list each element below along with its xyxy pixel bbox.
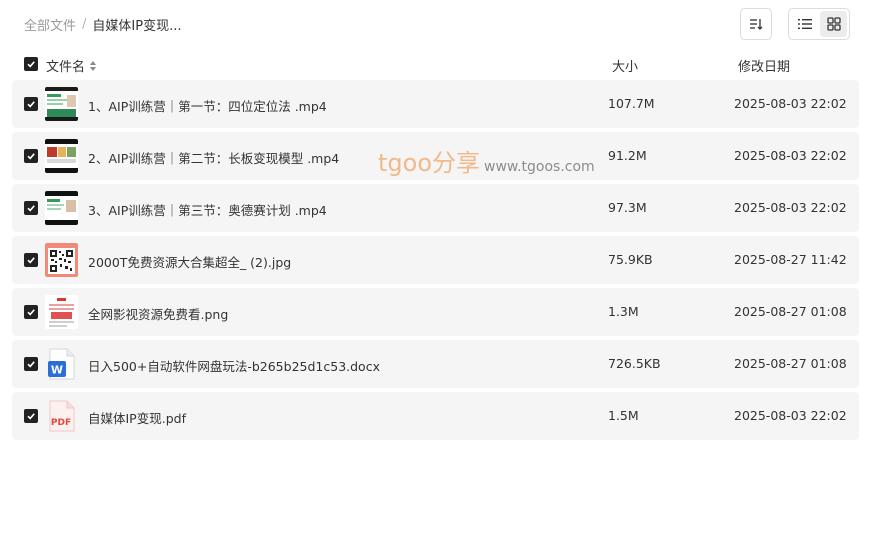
video-thumbnail-icon <box>45 139 78 173</box>
image-thumbnail-icon <box>45 295 78 329</box>
file-name: 自媒体IP变现.pdf <box>88 411 186 426</box>
column-header-date[interactable]: 修改日期 <box>738 56 790 75</box>
pdf-label: PDF <box>51 418 71 428</box>
check-icon <box>27 61 35 68</box>
grid-view-icon <box>826 17 841 31</box>
file-row[interactable]: 3、AIP训练营｜第三节：奥德赛计划 .mp4 97.3M 2025-08-03… <box>12 184 859 232</box>
check-icon <box>27 413 35 420</box>
row-checkbox[interactable] <box>24 97 38 111</box>
check-icon <box>27 101 35 108</box>
row-checkbox[interactable] <box>24 149 38 163</box>
sort-toggle-icon <box>90 60 97 71</box>
breadcrumb-separator: / <box>82 17 87 32</box>
list-view-icon <box>797 19 812 29</box>
file-date: 2025-08-27 11:42 <box>734 252 847 267</box>
file-row[interactable]: 全网影视资源免费看.png 1.3M 2025-08-27 01:08 <box>12 288 859 336</box>
file-date: 2025-08-03 22:02 <box>734 200 847 215</box>
file-size: 107.7M <box>608 96 655 111</box>
sort-button[interactable] <box>740 8 772 40</box>
file-row[interactable]: 2、AIP训练营｜第二节：长板变现模型 .mp4 91.2M 2025-08-0… <box>12 132 859 180</box>
file-list: 1、AIP训练营｜第一节：四位定位法 .mp4 107.7M 2025-08-0… <box>12 80 859 444</box>
qr-image-thumbnail-icon <box>45 243 78 277</box>
file-name: 日入500+自动软件网盘玩法-b265b25d1c53.docx <box>88 359 380 374</box>
breadcrumb: 全部文件 / 自媒体IP变现... <box>24 15 181 34</box>
breadcrumb-current: 自媒体IP变现... <box>92 19 182 34</box>
file-row[interactable]: PDF 自媒体IP变现.pdf 1.5M 2025-08-03 22:02 <box>12 392 859 440</box>
column-header-name[interactable]: 文件名 <box>46 56 97 75</box>
check-icon <box>27 309 35 316</box>
file-size: 1.3M <box>608 304 639 319</box>
file-size: 97.3M <box>608 200 647 215</box>
file-name: 全网影视资源免费看.png <box>88 307 229 322</box>
sort-list-icon <box>750 19 763 30</box>
check-icon <box>27 205 35 212</box>
file-name: 2、AIP训练营｜第二节：长板变现模型 .mp4 <box>88 151 340 166</box>
row-checkbox[interactable] <box>24 253 38 267</box>
check-icon <box>27 153 35 160</box>
file-name: 3、AIP训练营｜第三节：奥德赛计划 .mp4 <box>88 203 327 218</box>
file-row[interactable]: 2000T免费资源大合集超全_ (2).jpg 75.9KB 2025-08-2… <box>12 236 859 284</box>
video-thumbnail-icon <box>45 191 78 225</box>
row-checkbox[interactable] <box>24 201 38 215</box>
file-date: 2025-08-03 22:02 <box>734 148 847 163</box>
select-all-checkbox[interactable] <box>24 57 38 71</box>
file-size: 91.2M <box>608 148 647 163</box>
list-view-button[interactable] <box>791 11 818 37</box>
table-header: 文件名 大小 修改日期 <box>12 50 859 78</box>
file-date: 2025-08-27 01:08 <box>734 356 847 371</box>
file-row[interactable]: W 日入500+自动软件网盘玩法-b265b25d1c53.docx 726.5… <box>12 340 859 388</box>
file-name: 1、AIP训练营｜第一节：四位定位法 .mp4 <box>88 99 327 114</box>
file-size: 1.5M <box>608 408 639 423</box>
check-icon <box>27 257 35 264</box>
row-checkbox[interactable] <box>24 357 38 371</box>
grid-view-button[interactable] <box>820 11 847 37</box>
row-checkbox[interactable] <box>24 305 38 319</box>
file-size: 75.9KB <box>608 252 653 267</box>
column-header-name-label: 文件名 <box>46 60 86 75</box>
breadcrumb-root-link[interactable]: 全部文件 <box>24 15 76 34</box>
file-date: 2025-08-03 22:02 <box>734 408 847 423</box>
file-date: 2025-08-27 01:08 <box>734 304 847 319</box>
word-document-icon: W <box>45 347 78 381</box>
word-letter: W <box>51 364 63 377</box>
column-header-size[interactable]: 大小 <box>612 56 638 75</box>
view-toggle <box>788 8 850 40</box>
row-checkbox[interactable] <box>24 409 38 423</box>
file-size: 726.5KB <box>608 356 661 371</box>
check-icon <box>27 361 35 368</box>
file-row[interactable]: 1、AIP训练营｜第一节：四位定位法 .mp4 107.7M 2025-08-0… <box>12 80 859 128</box>
video-thumbnail-icon <box>45 87 78 121</box>
top-bar: 全部文件 / 自媒体IP变现... <box>0 0 874 48</box>
file-name: 2000T免费资源大合集超全_ (2).jpg <box>88 255 292 270</box>
pdf-document-icon: PDF <box>45 399 78 433</box>
file-date: 2025-08-03 22:02 <box>734 96 847 111</box>
